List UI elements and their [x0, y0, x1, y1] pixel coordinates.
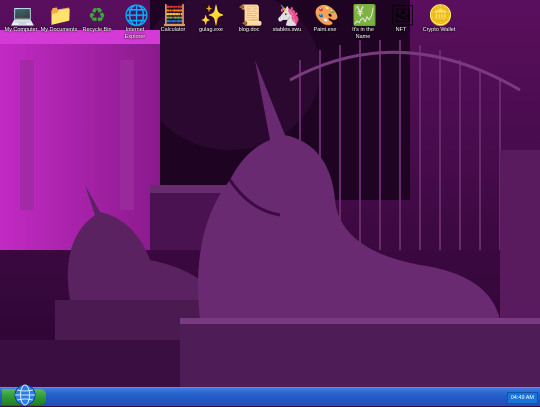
desktop-icon-stables[interactable]: 🦄 stables.swu	[268, 4, 306, 34]
desktop-icon-label: Internet Explorer	[124, 27, 146, 40]
folder-icon: 📁	[48, 3, 73, 27]
desktop-icon-label: NFT	[395, 27, 407, 33]
desktop-icon-label: My Documents	[40, 27, 78, 33]
desktop-icon-its-in-the-name[interactable]: 💹 It's in the Name	[344, 4, 382, 40]
desktop-icon-label: Paint.exe	[313, 27, 337, 33]
desktop-icon-label: Recycle Bin	[82, 27, 112, 33]
desktop-icon-label: stables.swu	[272, 27, 302, 33]
desktop-icon-my-computer[interactable]: 💻 My Computer	[2, 4, 40, 34]
unicorn-statue-wallpaper	[0, 0, 540, 387]
calculator-icon: 🧮	[162, 3, 187, 27]
yen-chart-icon: 💹	[352, 3, 377, 27]
sparkles-icon: ✨	[200, 3, 225, 27]
globe-icon: 🌐	[124, 3, 149, 27]
computer-icon: 💻	[10, 3, 35, 27]
system-clock[interactable]: 04:49 AM	[506, 392, 538, 404]
framed-picture-icon: 🖼	[390, 3, 416, 27]
desktop-icon-my-documents[interactable]: 📁 My Documents	[40, 4, 78, 34]
start-button[interactable]	[2, 384, 46, 406]
recycle-bin-icon: ♻	[88, 3, 106, 27]
desktop-icons: 💻 My Computer 📁 My Documents ♻ Recycle B…	[0, 0, 540, 50]
coin-icon: 🪙	[428, 3, 453, 27]
desktop-icon-label: gulag.exe	[199, 27, 223, 33]
desktop-icon-label: My Computer	[4, 27, 38, 33]
desktop-icon-nft[interactable]: 🖼 NFT	[382, 4, 420, 34]
desktop-icon-crypto-wallet[interactable]: 🪙 Crypto Wallet	[420, 4, 458, 34]
taskbar: 04:49 AM	[0, 384, 540, 406]
palette-icon: 🎨	[314, 3, 339, 27]
scroll-icon: 📜	[238, 3, 263, 27]
desktop-icon-label: blog.doc	[238, 27, 260, 33]
desktop-icon-recycle-bin[interactable]: ♻ Recycle Bin	[78, 4, 116, 34]
globe-icon	[14, 384, 36, 406]
desktop-icon-calculator[interactable]: 🧮 Calculator	[154, 4, 192, 34]
unicorn-icon: 🦄	[276, 3, 301, 27]
desktop-icon-internet-explorer[interactable]: 🌐 Internet Explorer	[116, 4, 154, 40]
desktop-icon-blog[interactable]: 📜 blog.doc	[230, 4, 268, 34]
desktop-icon-paint[interactable]: 🎨 Paint.exe	[306, 4, 344, 34]
desktop-icon-gulag[interactable]: ✨ gulag.exe	[192, 4, 230, 34]
desktop-icon-label: Crypto Wallet	[422, 27, 456, 33]
desktop[interactable]: 💻 My Computer 📁 My Documents ♻ Recycle B…	[0, 0, 540, 387]
desktop-icon-label: Calculator	[160, 27, 186, 33]
desktop-icon-label: It's in the Name	[352, 27, 374, 40]
